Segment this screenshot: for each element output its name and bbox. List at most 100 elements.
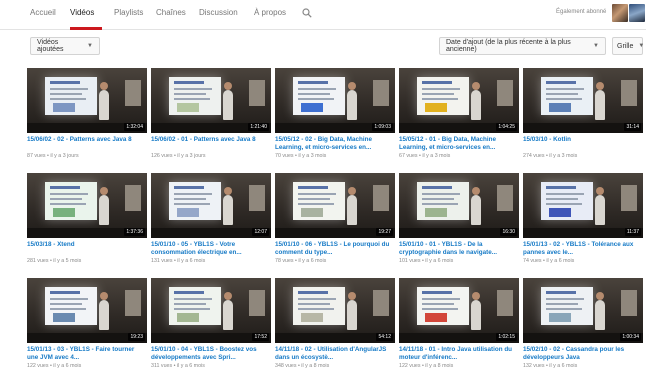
- video-duration: 16:30: [500, 228, 517, 236]
- speaker-figure: [347, 187, 357, 225]
- tab-accueil[interactable]: Accueil: [30, 8, 56, 17]
- video-card[interactable]: 1:32:04 15/06/02 - 02 - Patterns avec Jav…: [27, 68, 147, 168]
- video-card[interactable]: 1:04:25 15/05/12 - 01 - Big Data, Machine…: [399, 68, 519, 168]
- video-card[interactable]: 1:02:15 14/11/18 - 01 - Intro Java utilis…: [399, 278, 519, 378]
- video-duration: 1:02:15: [496, 333, 517, 341]
- also-subscribed-label: Également abonné: [556, 9, 607, 15]
- video-duration: 1:09:03: [372, 123, 393, 131]
- slide-figure: [301, 313, 323, 322]
- video-card[interactable]: 11:37 15/01/13 - 02 - YBL1S - Tolérance a…: [523, 173, 643, 273]
- video-thumbnail[interactable]: 1:04:25: [399, 68, 519, 133]
- projection-screen: [293, 182, 345, 220]
- video-title[interactable]: 15/06/02 - 01 - Patterns avec Java 8: [151, 136, 271, 151]
- speaker-figure: [223, 82, 233, 120]
- projection-screen: [45, 287, 97, 325]
- channel-tabs: Accueil Vidéos Playlists Chaînes Discuss…: [0, 0, 646, 30]
- projection-screen: [541, 77, 593, 115]
- video-thumbnail[interactable]: 19:23: [27, 278, 147, 343]
- speaker-figure: [347, 82, 357, 120]
- video-duration: 19:23: [128, 333, 145, 341]
- sort-dropdown[interactable]: Date d'ajout (de la plus récente à la pl…: [439, 37, 606, 55]
- speaker-figure: [471, 82, 481, 120]
- video-title[interactable]: 15/05/12 - 01 - Big Data, Machine Learni…: [399, 136, 519, 151]
- video-meta: 101 vues • il y a 6 mois: [399, 258, 454, 264]
- speaker-figure: [99, 292, 109, 330]
- video-card[interactable]: 1:09:03 15/05/12 - 02 - Big Data, Machine…: [275, 68, 395, 168]
- thumbnail-poster: [125, 80, 141, 106]
- video-thumbnail[interactable]: 1:32:04: [27, 68, 147, 133]
- video-title[interactable]: 14/11/18 - 02 - Utilisation d'AngularJS …: [275, 346, 395, 361]
- video-duration: 31:14: [624, 123, 641, 131]
- avatar[interactable]: [629, 4, 645, 22]
- video-card[interactable]: 31:14 15/03/10 - Kotlin 274 vues • il y a …: [523, 68, 643, 168]
- video-thumbnail[interactable]: 31:14: [523, 68, 643, 133]
- tab-playlists[interactable]: Playlists: [114, 8, 143, 17]
- video-thumbnail[interactable]: 16:30: [399, 173, 519, 238]
- thumbnail-poster: [497, 185, 513, 211]
- slide-figure: [549, 208, 571, 217]
- video-title[interactable]: 15/01/10 - 05 - YBL1S - Votre consommati…: [151, 241, 271, 256]
- uploaded-videos-dropdown[interactable]: Vidéos ajoutées ▼: [30, 37, 100, 55]
- video-duration: 12:07: [252, 228, 269, 236]
- video-title[interactable]: 15/05/12 - 02 - Big Data, Machine Learni…: [275, 136, 395, 151]
- projection-screen: [293, 77, 345, 115]
- grid-view-dropdown[interactable]: Grille ▼: [612, 37, 644, 55]
- video-title[interactable]: 15/01/13 - 02 - YBL1S - Tolérance aux pa…: [523, 241, 643, 256]
- video-card[interactable]: 54:12 14/11/18 - 02 - Utilisation d'Angul…: [275, 278, 395, 378]
- video-title[interactable]: 15/02/10 - 02 - Cassandra pour les dével…: [523, 346, 643, 361]
- video-duration: 11:37: [624, 228, 641, 236]
- thumbnail-poster: [497, 290, 513, 316]
- uploaded-videos-label: Vidéos ajoutées: [37, 39, 64, 53]
- projection-screen: [45, 182, 97, 220]
- tab-videos[interactable]: Vidéos: [70, 8, 94, 17]
- video-card[interactable]: 19:27 15/01/10 - 06 - YBL1S - Le pourquoi…: [275, 173, 395, 273]
- speaker-figure: [99, 82, 109, 120]
- video-card[interactable]: 16:30 15/01/10 - 01 - YBL1S - De la crypt…: [399, 173, 519, 273]
- avatar[interactable]: [612, 4, 628, 22]
- tab-chaines[interactable]: Chaînes: [156, 8, 186, 17]
- video-title[interactable]: 15/01/13 - 03 - YBL1S - Faire tourner un…: [27, 346, 147, 361]
- slide-figure: [53, 208, 75, 217]
- slide-figure: [53, 313, 75, 322]
- video-thumbnail[interactable]: 1:37:36: [27, 173, 147, 238]
- active-tab-indicator: [70, 27, 102, 30]
- video-card[interactable]: 12:07 15/01/10 - 05 - YBL1S - Votre conso…: [151, 173, 271, 273]
- video-card[interactable]: 1:00:34 15/02/10 - 02 - Cassandra pour le…: [523, 278, 643, 378]
- video-title[interactable]: 15/03/18 - Xtend: [27, 241, 147, 256]
- video-thumbnail[interactable]: 1:00:34: [523, 278, 643, 343]
- video-thumbnail[interactable]: 54:12: [275, 278, 395, 343]
- video-meta: 132 vues • il y a 6 mois: [523, 363, 578, 369]
- video-title[interactable]: 15/01/10 - 04 - YBL1S - Boostez vos déve…: [151, 346, 271, 361]
- video-thumbnail[interactable]: 1:21:40: [151, 68, 271, 133]
- video-thumbnail[interactable]: 1:09:03: [275, 68, 395, 133]
- thumbnail-poster: [249, 80, 265, 106]
- video-title[interactable]: 14/11/18 - 01 - Intro Java utilisation d…: [399, 346, 519, 361]
- search-icon[interactable]: [302, 8, 312, 18]
- tab-a-propos[interactable]: À propos: [254, 8, 286, 17]
- video-meta: 122 vues • il y a 8 mois: [399, 363, 454, 369]
- video-title[interactable]: 15/06/02 - 02 - Patterns avec Java 8: [27, 136, 147, 151]
- video-card[interactable]: 1:37:36 15/03/18 - Xtend 281 vues • il y a…: [27, 173, 147, 273]
- video-thumbnail[interactable]: 19:27: [275, 173, 395, 238]
- thumbnail-poster: [125, 290, 141, 316]
- video-thumbnail[interactable]: 12:07: [151, 173, 271, 238]
- video-duration: 19:27: [376, 228, 393, 236]
- slide-figure: [177, 208, 199, 217]
- slide-figure: [549, 103, 571, 112]
- video-card[interactable]: 1:21:40 15/06/02 - 01 - Patterns avec Jav…: [151, 68, 271, 168]
- tab-discussion[interactable]: Discussion: [199, 8, 238, 17]
- slide-figure: [301, 103, 323, 112]
- video-thumbnail[interactable]: 1:02:15: [399, 278, 519, 343]
- video-card[interactable]: 17:52 15/01/10 - 04 - YBL1S - Boostez vos…: [151, 278, 271, 378]
- video-meta: 78 vues • il y a 6 mois: [275, 258, 327, 264]
- video-thumbnail[interactable]: 11:37: [523, 173, 643, 238]
- video-title[interactable]: 15/01/10 - 06 - YBL1S - Le pourquoi du c…: [275, 241, 395, 256]
- thumbnail-poster: [621, 185, 637, 211]
- sort-label: Date d'ajout (de la plus récente à la pl…: [446, 39, 571, 53]
- video-title[interactable]: 15/03/10 - Kotlin: [523, 136, 643, 151]
- video-card[interactable]: 19:23 15/01/13 - 03 - YBL1S - Faire tourn…: [27, 278, 147, 378]
- video-thumbnail[interactable]: 17:52: [151, 278, 271, 343]
- projection-screen: [417, 287, 469, 325]
- speaker-figure: [347, 292, 357, 330]
- video-title[interactable]: 15/01/10 - 01 - YBL1S - De la cryptograp…: [399, 241, 519, 256]
